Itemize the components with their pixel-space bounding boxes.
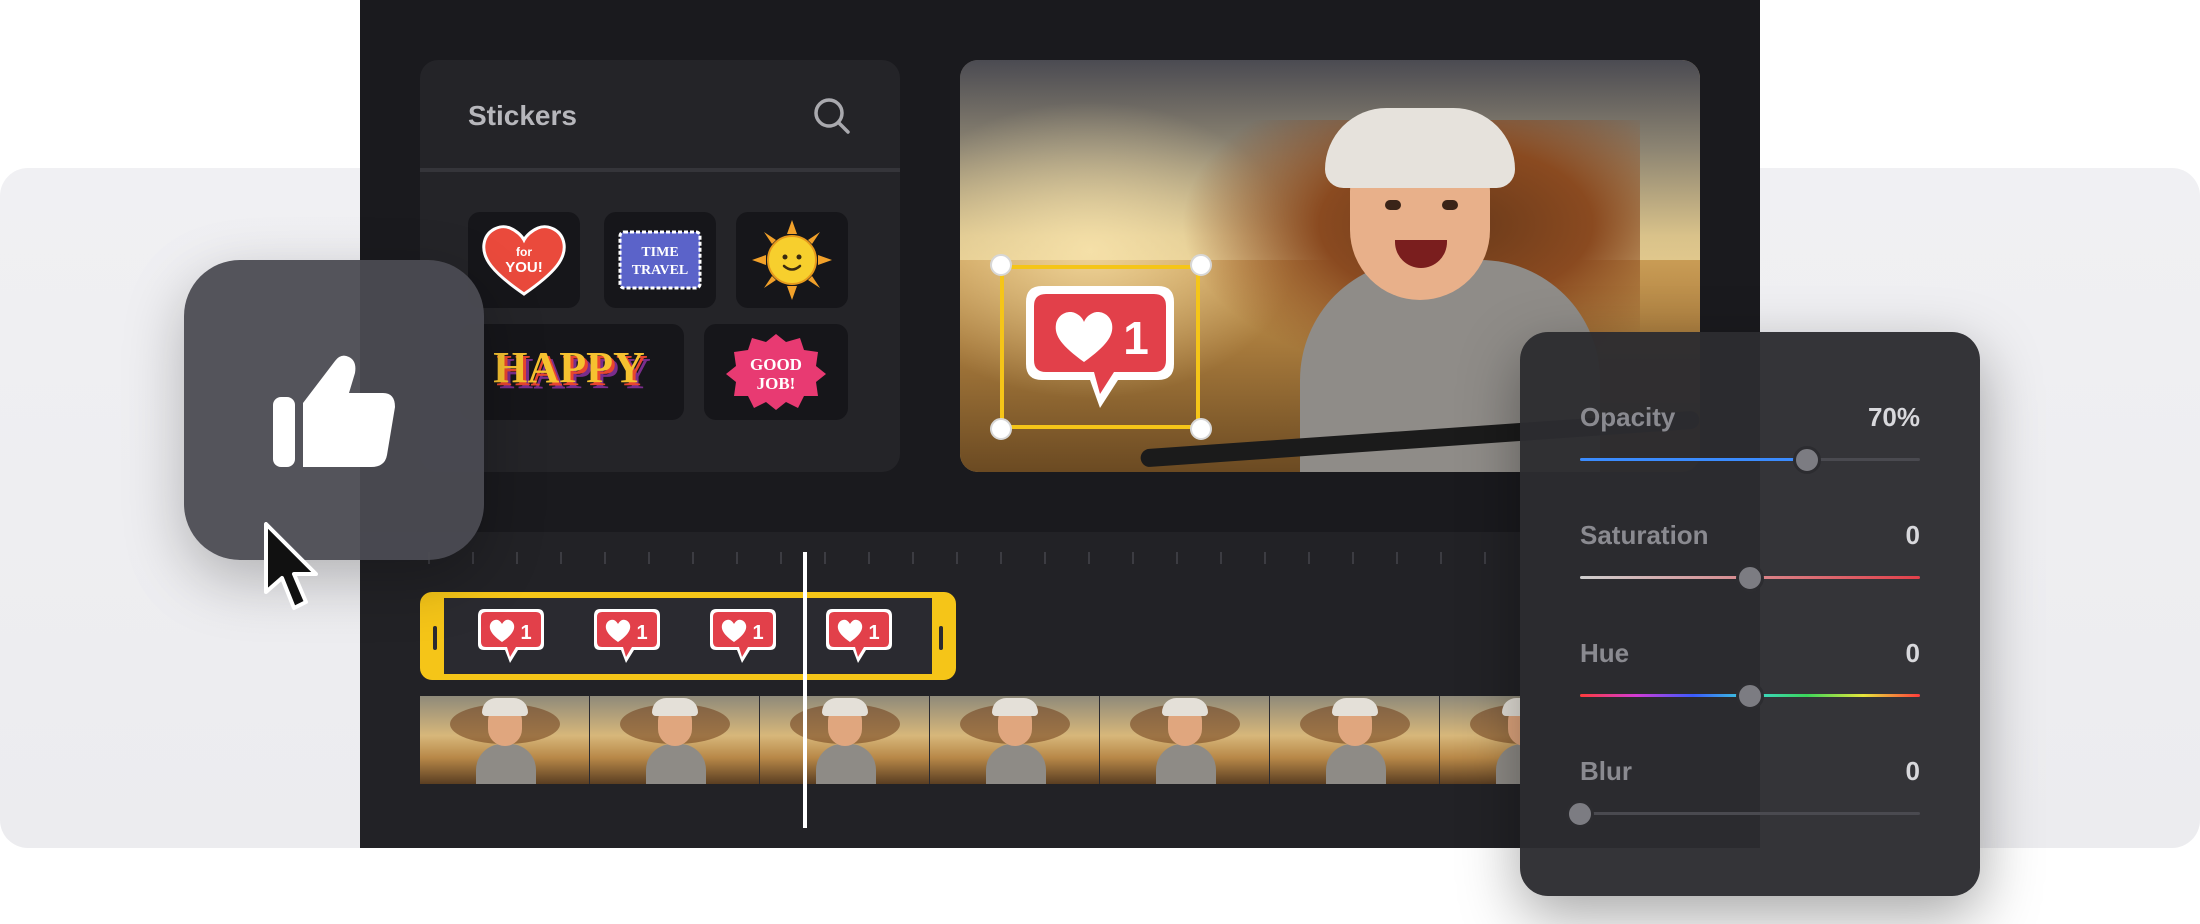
ruler-tick [868, 552, 870, 564]
ruler-tick [1000, 552, 1002, 564]
sticker-text: GOOD [750, 355, 802, 374]
resize-handle-bottom-right[interactable] [1190, 418, 1212, 440]
opacity-slider[interactable] [1580, 446, 1920, 474]
ruler-tick [1352, 552, 1354, 564]
ruler-tick [824, 552, 826, 564]
like-button[interactable] [184, 260, 484, 560]
ruler-tick [692, 552, 694, 564]
svg-text:1: 1 [752, 622, 763, 644]
sticker-text: HAPPY [493, 344, 645, 392]
ruler-tick [956, 552, 958, 564]
mouse-pointer-icon [262, 522, 322, 614]
saturation-label: Saturation [1580, 520, 1709, 550]
sticker-text: JOB! [757, 374, 796, 393]
ruler-tick [1176, 552, 1178, 564]
preview-eye [1442, 200, 1458, 210]
adjustments-panel: Opacity 70% Saturation 0 Hue 0 Blur 0 [1520, 332, 1980, 896]
svg-text:1: 1 [520, 622, 531, 644]
opacity-slider-fill [1580, 458, 1807, 461]
ruler-tick [1308, 552, 1310, 564]
svg-text:1: 1 [636, 622, 647, 644]
video-frame-thumb [590, 696, 760, 784]
ruler-tick [1264, 552, 1266, 564]
saturation-slider[interactable] [1580, 564, 1920, 592]
ruler-tick [1440, 552, 1442, 564]
ruler-tick [648, 552, 650, 564]
ruler-tick [1088, 552, 1090, 564]
blur-label: Blur [1580, 756, 1632, 786]
video-frame-thumb [760, 696, 930, 784]
sticker-sun[interactable] [736, 212, 848, 308]
video-frame-thumb [1440, 696, 1520, 784]
opacity-label: Opacity [1580, 402, 1676, 432]
stickers-panel: Stickers for YOU! TIME TRAVEL HAPPY HAPP… [420, 60, 900, 472]
saturation-slider-knob[interactable] [1736, 564, 1764, 592]
ruler-tick [1132, 552, 1134, 564]
hue-label: Hue [1580, 638, 1630, 668]
clip-sticker-thumb: 1 [592, 606, 662, 666]
blur-value: 0 [1905, 756, 1920, 786]
ruler-tick [780, 552, 782, 564]
stickers-header: Stickers [420, 60, 900, 172]
sticker-heart-for-you[interactable]: for YOU! [468, 212, 580, 308]
ruler-tick [604, 552, 606, 564]
clip-trim-left[interactable] [426, 598, 444, 674]
ruler-tick [736, 552, 738, 564]
sticker-happy[interactable]: HAPPY HAPPY HAPPY [460, 324, 684, 420]
video-frame-thumb [1100, 696, 1270, 784]
clip-sticker-thumb: 1 [708, 606, 778, 666]
ruler-tick [472, 552, 474, 564]
sticker-time-travel[interactable]: TIME TRAVEL [604, 212, 716, 308]
hue-slider-knob[interactable] [1736, 682, 1764, 710]
stickers-title: Stickers [468, 100, 577, 131]
sticker-text: TRAVEL [632, 263, 689, 278]
hue-slider[interactable] [1580, 682, 1920, 710]
playhead[interactable] [803, 552, 807, 828]
clip-sticker-thumb: 1 [824, 606, 894, 666]
search-icon[interactable] [808, 92, 856, 140]
hue-value: 0 [1905, 638, 1920, 668]
resize-handle-bottom-left[interactable] [990, 418, 1012, 440]
sticker-text: YOU! [505, 259, 543, 276]
preview-helmet [1325, 108, 1515, 188]
blur-slider[interactable] [1566, 800, 1920, 828]
sticker-text: TIME [641, 245, 678, 260]
saturation-value: 0 [1905, 520, 1920, 550]
preview-eye [1385, 200, 1401, 210]
ruler-tick [1044, 552, 1046, 564]
svg-text:1: 1 [868, 622, 879, 644]
ruler-tick [912, 552, 914, 564]
sticker-text: for [516, 245, 532, 259]
blur-slider-knob[interactable] [1566, 800, 1594, 828]
clip-sticker-thumb: 1 [476, 606, 546, 666]
video-clip[interactable] [420, 696, 1520, 784]
clip-trim-right[interactable] [932, 598, 950, 674]
like-count: 1 [1123, 312, 1149, 364]
resize-handle-top-left[interactable] [990, 254, 1012, 276]
sticker-clip[interactable]: 1 1 1 1 [420, 592, 956, 680]
video-frame-thumb [930, 696, 1100, 784]
ruler-tick [560, 552, 562, 564]
ruler-tick [1484, 552, 1486, 564]
opacity-value: 70% [1867, 402, 1920, 432]
opacity-slider-knob[interactable] [1792, 446, 1821, 474]
ruler-tick [516, 552, 518, 564]
video-frame-thumb [420, 696, 590, 784]
video-frame-thumb [1270, 696, 1440, 784]
sticker-good-job[interactable]: GOOD JOB! [704, 324, 848, 420]
sun-icon [752, 220, 832, 300]
ruler-tick [1396, 552, 1398, 564]
ruler-tick [1220, 552, 1222, 564]
thumbs-up-icon [273, 355, 395, 467]
resize-handle-top-right[interactable] [1190, 254, 1212, 276]
like-heart-sticker[interactable]: 1 [1022, 280, 1182, 420]
